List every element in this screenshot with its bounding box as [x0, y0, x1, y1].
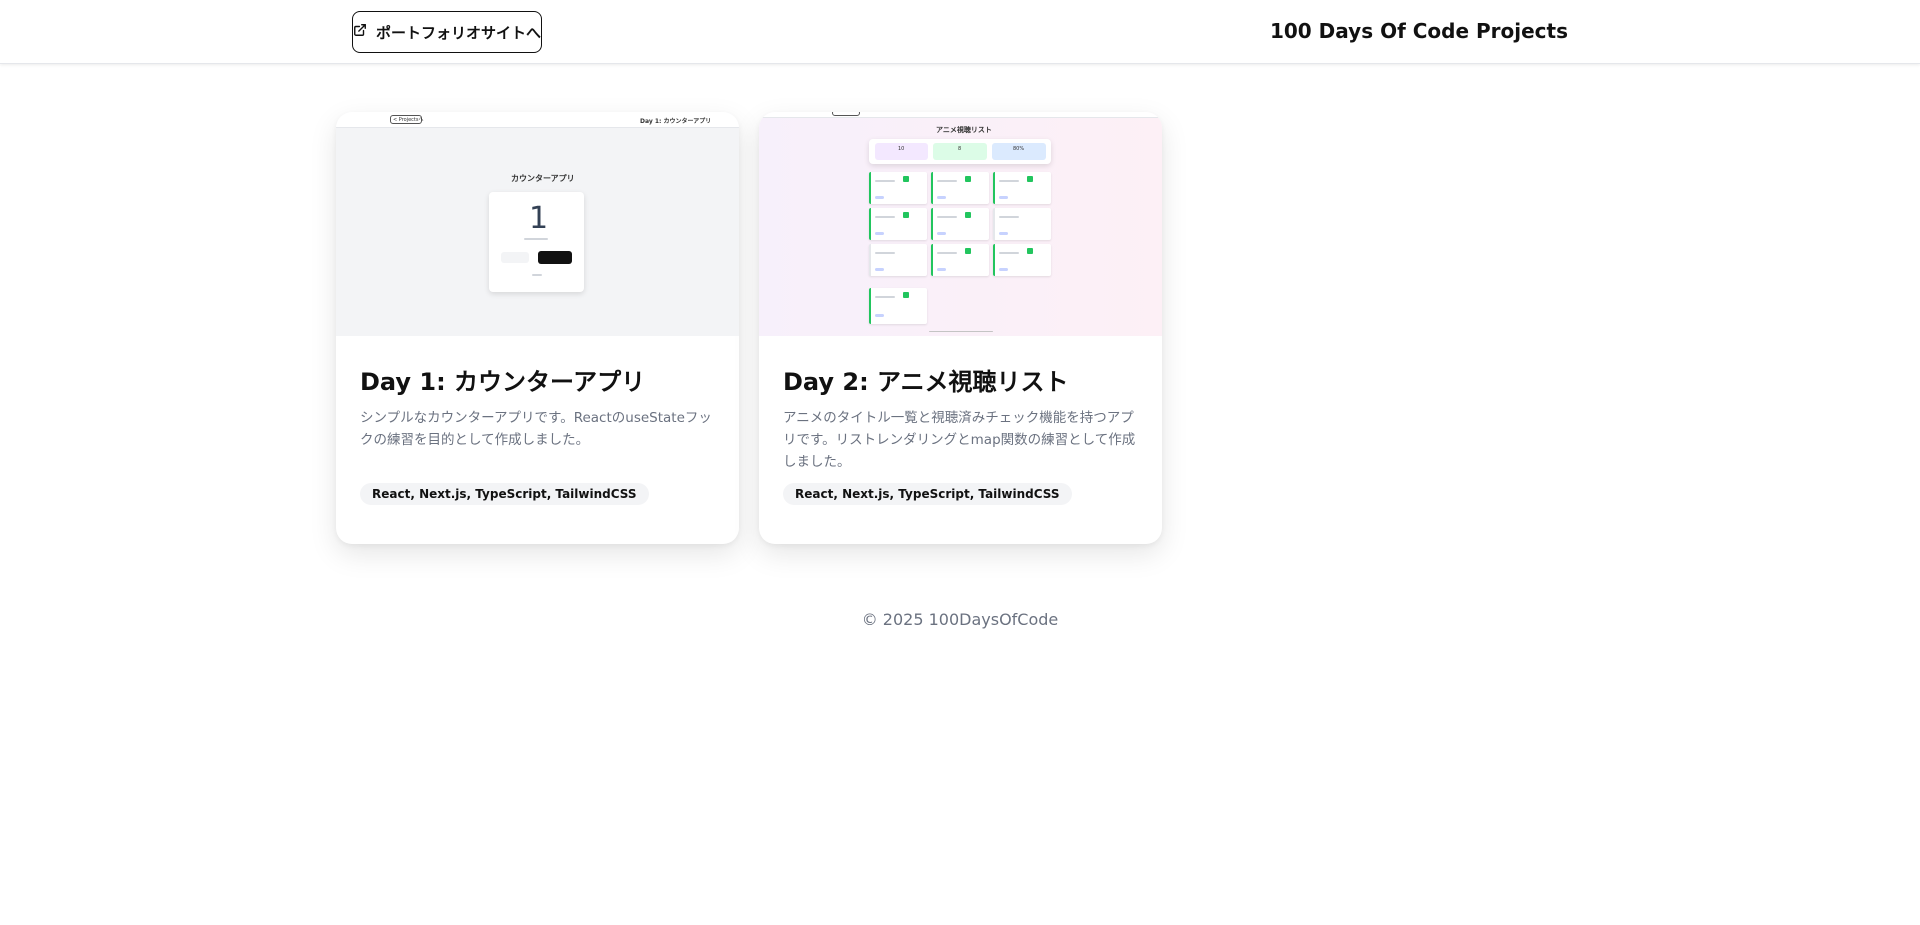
- thumbnail-check-icon: [1027, 176, 1033, 182]
- thumbnail-tile-badge: [999, 196, 1008, 199]
- thumbnail-anime-tile: [869, 208, 927, 240]
- thumbnail-anime-tile: [931, 208, 989, 240]
- project-tech-tag: React, Next.js, TypeScript, TailwindCSS: [783, 483, 1072, 505]
- project-card-body: Day 2: アニメ視聴リスト アニメのタイトル一覧と視聴済みチェック機能を持つ…: [759, 336, 1162, 505]
- project-card-day1[interactable]: < Projectsへ Day 1: カウンターアプリ カウンターアプリ 1 D…: [336, 112, 739, 544]
- thumbnail-check-icon: [903, 212, 909, 218]
- thumbnail-check-icon: [903, 176, 909, 182]
- thumbnail-increment-button: [538, 251, 572, 264]
- thumbnail-tile-badge: [937, 196, 946, 199]
- portfolio-site-button[interactable]: ポートフォリオサイトへ: [352, 11, 542, 53]
- project-card-body: Day 1: カウンターアプリ シンプルなカウンターアプリです。Reactのus…: [336, 336, 739, 505]
- thumbnail-check-icon: [1027, 248, 1033, 254]
- footer-copyright: © 2025 100DaysOfCode: [861, 610, 1059, 629]
- thumbnail-tile-badge: [875, 314, 884, 317]
- thumbnail-anime-tile: [869, 172, 927, 204]
- portfolio-site-button-label: ポートフォリオサイトへ: [376, 23, 542, 42]
- thumbnail-tile-text: [937, 216, 957, 218]
- thumbnail-header: [759, 112, 1162, 118]
- project-description: アニメのタイトル一覧と視聴済みチェック機能を持つアプリです。リストレンダリングと…: [783, 410, 1136, 470]
- thumbnail-stat-rate-value: 80%: [1013, 146, 1025, 152]
- thumbnail-tile-text: [999, 252, 1019, 254]
- thumbnail-anime-tile: [869, 288, 927, 324]
- page-footer: © 2025 100DaysOfCode: [0, 610, 1920, 629]
- project-thumbnail-day2: アニメ視聴リスト 10 8 80%: [759, 112, 1162, 336]
- thumbnail-tile-text: [875, 216, 895, 218]
- thumbnail-subtext-line: [524, 238, 548, 240]
- external-link-icon: [353, 23, 367, 41]
- thumbnail-back-button-label: < Projectsへ: [393, 117, 424, 123]
- thumbnail-tile-badge: [999, 268, 1008, 271]
- thumbnail-app-title: アニメ視聴リスト: [936, 126, 992, 134]
- thumbnail-app-title: カウンターアプリ: [511, 174, 575, 183]
- project-thumbnail-day1: < Projectsへ Day 1: カウンターアプリ カウンターアプリ 1: [336, 112, 739, 336]
- thumbnail-anime-tile: [993, 244, 1051, 276]
- thumbnail-anime-tile: [993, 172, 1051, 204]
- thumbnail-anime-tile: [931, 244, 989, 276]
- project-title: Day 1: カウンターアプリ: [360, 368, 646, 396]
- thumbnail-tile-badge: [875, 268, 884, 271]
- project-tech-tag: React, Next.js, TypeScript, TailwindCSS: [360, 483, 649, 505]
- thumbnail-tile-badge: [937, 232, 946, 235]
- thumbnail-tile-text: [999, 216, 1019, 218]
- project-description: シンプルなカウンターアプリです。ReactのuseStateフックの練習を目的と…: [360, 410, 712, 448]
- thumbnail-check-icon: [903, 292, 909, 298]
- thumbnail-anime-tile: [993, 208, 1051, 240]
- thumbnail-tile-badge: [937, 268, 946, 271]
- project-card-list: < Projectsへ Day 1: カウンターアプリ カウンターアプリ 1 D…: [336, 112, 1162, 544]
- thumbnail-stat-total-value: 10: [898, 146, 905, 152]
- thumbnail-tile-badge: [875, 196, 884, 199]
- thumbnail-anime-tile: [869, 244, 927, 276]
- thumbnail-check-icon: [965, 176, 971, 182]
- thumbnail-back-button: [832, 112, 860, 116]
- thumbnail-stat-watched-value: 8: [958, 146, 962, 152]
- thumbnail-tile-text: [875, 252, 895, 254]
- thumbnail-footer-line: [929, 331, 993, 332]
- top-header: ポートフォリオサイトへ 100 Days Of Code Projects: [0, 0, 1920, 64]
- thumbnail-tile-text: [875, 180, 895, 182]
- thumbnail-reset-button: [501, 252, 529, 263]
- thumbnail-tile-badge: [999, 232, 1008, 235]
- thumbnail-tile-text: [937, 180, 957, 182]
- thumbnail-tile-badge: [875, 232, 884, 235]
- thumbnail-check-icon: [965, 212, 971, 218]
- thumbnail-counter-value: 1: [529, 201, 549, 236]
- site-title: 100 Days Of Code Projects: [1269, 19, 1568, 43]
- project-title: Day 2: アニメ視聴リスト: [783, 368, 1069, 396]
- thumbnail-tile-text: [999, 180, 1019, 182]
- thumbnail-check-icon: [965, 248, 971, 254]
- project-card-day2[interactable]: アニメ視聴リスト 10 8 80% Day 2: アニメ視聴リスト アニメのタイ…: [759, 112, 1162, 544]
- thumbnail-page-title: Day 1: カウンターアプリ: [640, 118, 712, 125]
- thumbnail-tile-text: [875, 296, 895, 298]
- thumbnail-footer-line: [532, 274, 542, 276]
- thumbnail-tile-text: [937, 252, 957, 254]
- thumbnail-anime-tile: [931, 172, 989, 204]
